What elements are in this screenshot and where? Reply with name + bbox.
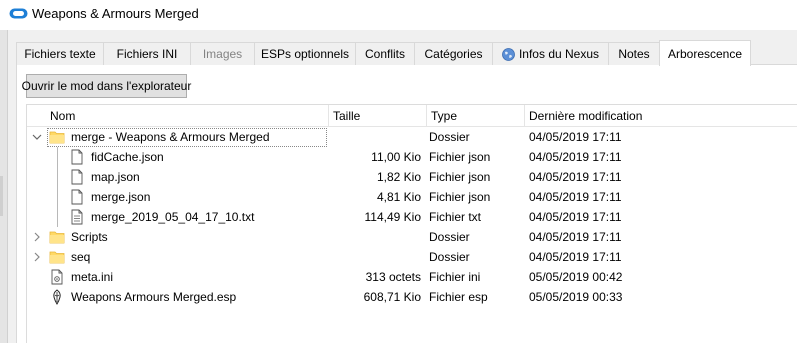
row-modified: 04/05/2019 17:11: [529, 230, 622, 244]
row-type: Fichier txt: [429, 210, 482, 224]
column-header-label: Taille: [333, 109, 361, 123]
tree-row-file[interactable]: meta.ini 313 octets Fichier ini 05/05/20…: [27, 267, 797, 287]
column-header-label: Type: [431, 109, 458, 123]
folder-icon: [49, 231, 65, 244]
row-type: Fichier json: [429, 170, 491, 184]
row-modified: 04/05/2019 17:11: [529, 250, 622, 264]
tab-categories[interactable]: Catégories: [414, 42, 493, 65]
column-header-size[interactable]: Taille: [328, 105, 426, 127]
tab-label: Notes: [618, 47, 650, 61]
row-name: map.json: [91, 170, 140, 184]
open-mod-in-explorer-button[interactable]: Ouvrir le mod dans l'explorateur: [22, 74, 191, 98]
row-size: 114,49 Kio: [364, 210, 422, 224]
tab-bar: Fichiers texte Fichiers INI Images ESPs …: [16, 40, 797, 66]
column-header-modified[interactable]: Dernière modification: [524, 105, 724, 127]
tab-label: Conflits: [364, 47, 405, 61]
globe-icon: [502, 47, 515, 61]
row-name: seq: [71, 250, 91, 264]
tab-label: ESPs optionnels: [260, 47, 350, 61]
row-modified: 04/05/2019 17:11: [529, 170, 622, 184]
column-header-label: Dernière modification: [529, 109, 643, 123]
row-modified: 04/05/2019 17:11: [529, 210, 622, 224]
row-name: Scripts: [71, 230, 108, 244]
tree-row-folder[interactable]: seq Dossier 04/05/2019 17:11: [27, 247, 797, 267]
esp-file-icon: [53, 289, 61, 305]
row-size: [329, 227, 421, 247]
window-title: Weapons & Armours Merged: [32, 6, 199, 21]
tab-ini-files[interactable]: Fichiers INI: [103, 42, 191, 65]
chevron-right-icon[interactable]: [32, 251, 42, 263]
tab-nexus-info[interactable]: Infos du Nexus: [492, 42, 609, 65]
tab-text-files[interactable]: Fichiers texte: [16, 42, 104, 65]
row-modified: 04/05/2019 17:11: [529, 190, 622, 204]
left-pane-edge: [0, 30, 8, 343]
row-type: Fichier json: [429, 190, 491, 204]
tree-row-folder[interactable]: merge - Weapons & Armours Merged Dossier…: [27, 127, 797, 147]
column-header-type[interactable]: Type: [426, 105, 524, 127]
folder-icon: [49, 131, 65, 144]
tab-label: Fichiers INI: [116, 47, 178, 61]
file-icon: [71, 189, 83, 205]
tree-row-file[interactable]: fidCache.json 11,00 Kio Fichier json 04/…: [27, 147, 797, 167]
row-type: Dossier: [429, 250, 470, 264]
row-type: Dossier: [429, 230, 470, 244]
tree-row-file[interactable]: merge.json 4,81 Kio Fichier json 04/05/2…: [27, 187, 797, 207]
tab-optional-esps[interactable]: ESPs optionnels: [254, 42, 356, 65]
row-type: Fichier esp: [429, 290, 488, 304]
row-size: 313 octets: [365, 270, 421, 284]
tab-images[interactable]: Images: [190, 42, 255, 65]
title-bar: Weapons & Armours Merged: [0, 0, 797, 30]
column-header-name[interactable]: Nom: [45, 105, 329, 127]
tab-conflicts[interactable]: Conflits: [355, 42, 415, 65]
text-file-icon: [71, 209, 83, 225]
row-type: Dossier: [429, 130, 470, 144]
row-modified: 04/05/2019 17:11: [529, 130, 622, 144]
row-modified: 05/05/2019 00:33: [529, 290, 623, 304]
row-name: meta.ini: [71, 270, 114, 284]
tree-row-file[interactable]: map.json 1,82 Kio Fichier json 04/05/201…: [27, 167, 797, 187]
tab-label: Arborescence: [667, 46, 743, 61]
ini-file-icon: [51, 269, 63, 285]
row-size: [329, 247, 421, 267]
row-type: Fichier ini: [429, 270, 481, 284]
tree-row-file[interactable]: Weapons Armours Merged.esp 608,71 Kio Fi…: [27, 287, 797, 307]
row-name: fidCache.json: [91, 150, 164, 164]
folder-icon: [49, 251, 65, 264]
row-name: merge - Weapons & Armours Merged: [71, 130, 270, 144]
tab-label: Images: [202, 47, 243, 61]
row-size: 608,71 Kio: [363, 290, 421, 304]
row-size: 4,81 Kio: [376, 190, 421, 204]
tab-label: Fichiers texte: [24, 47, 96, 61]
open-mod-in-explorer-label: Ouvrir le mod dans l'explorateur: [21, 79, 192, 93]
file-icon: [71, 149, 83, 165]
tree-row-file[interactable]: merge_2019_05_04_17_10.txt 114,49 Kio Fi…: [27, 207, 797, 227]
row-size: 11,00 Kio: [371, 150, 421, 164]
row-name: merge.json: [91, 190, 151, 204]
tree-row-folder[interactable]: Scripts Dossier 04/05/2019 17:11: [27, 227, 797, 247]
mo2-mod-icon: [9, 8, 28, 19]
chevron-down-icon[interactable]: [32, 131, 42, 143]
tab-file-tree[interactable]: Arborescence: [659, 40, 751, 66]
file-tree[interactable]: Nom Taille Type Dernière modification me…: [26, 104, 797, 343]
tab-label: Infos du Nexus: [518, 47, 600, 61]
file-icon: [71, 169, 83, 185]
tree-header: Nom Taille Type Dernière modification: [27, 105, 797, 127]
row-size: 1,82 Kio: [376, 170, 421, 184]
row-type: Fichier json: [429, 150, 491, 164]
row-size: [329, 127, 421, 147]
row-name: Weapons Armours Merged.esp: [71, 290, 237, 304]
chevron-right-icon[interactable]: [32, 231, 42, 243]
row-modified: 05/05/2019 00:42: [529, 270, 623, 284]
row-modified: 04/05/2019 17:11: [529, 150, 622, 164]
column-header-label: Nom: [50, 109, 76, 123]
row-name: merge_2019_05_04_17_10.txt: [91, 210, 255, 224]
tab-notes[interactable]: Notes: [608, 42, 660, 65]
tab-label: Catégories: [424, 47, 483, 61]
